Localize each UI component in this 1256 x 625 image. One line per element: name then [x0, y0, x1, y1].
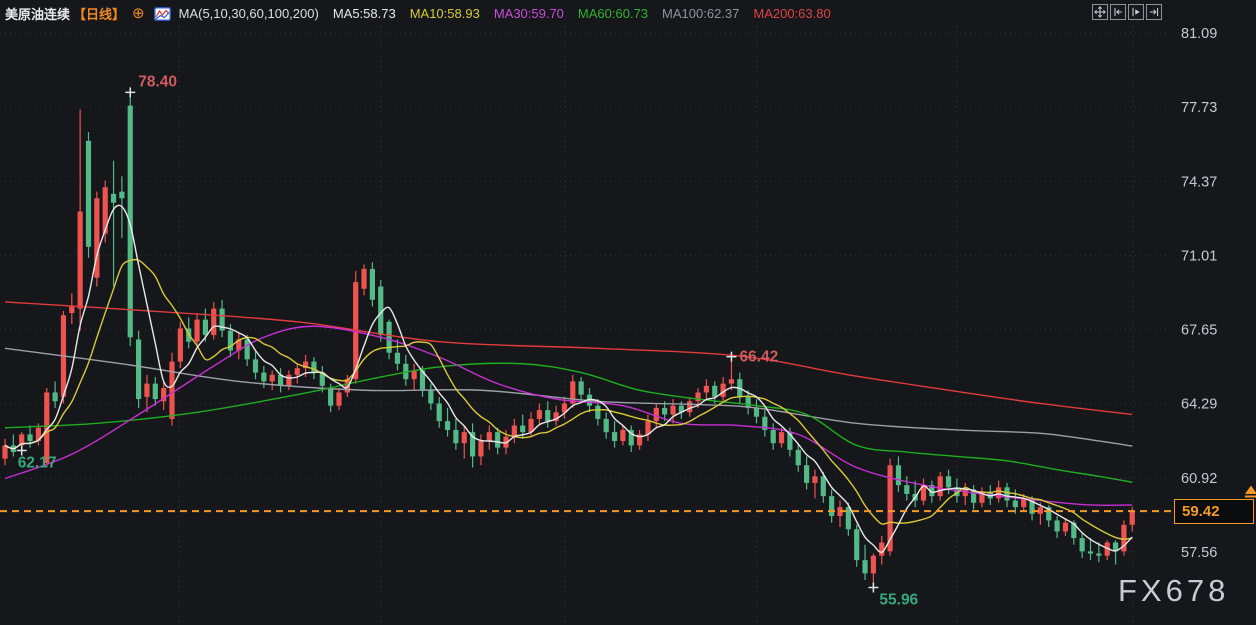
svg-text:66.42: 66.42	[739, 349, 778, 366]
auto-play-icon[interactable]	[1128, 4, 1144, 20]
ma30-value: MA30:59.70	[494, 6, 564, 21]
svg-text:67.65: 67.65	[1181, 323, 1217, 339]
circle-plus-icon[interactable]: ⊕	[132, 7, 145, 21]
svg-text:64.29: 64.29	[1181, 397, 1217, 413]
svg-text:60.92: 60.92	[1181, 471, 1217, 487]
goto-latest-icon[interactable]	[1146, 4, 1162, 20]
ma100-value: MA100:62.37	[662, 6, 739, 21]
ma60-value: MA60:60.73	[578, 6, 648, 21]
ma-indicator-label: MA(5,10,30,60,100,200)	[179, 6, 319, 21]
chart-header: 美原油连续 【日线】 ⊕ MA(5,10,30,60,100,200) MA5:…	[5, 4, 831, 23]
svg-text:55.96: 55.96	[879, 592, 918, 609]
symbol-name: 美原油连续	[5, 4, 70, 23]
svg-text:71.01: 71.01	[1181, 248, 1217, 264]
svg-text:78.40: 78.40	[138, 73, 177, 90]
svg-text:57.56: 57.56	[1181, 545, 1217, 561]
ma200-value: MA200:63.80	[753, 6, 830, 21]
compress-to-start-icon[interactable]	[1110, 4, 1126, 20]
indicator-chart-icon[interactable]	[154, 7, 171, 21]
last-price-tag: 59.42	[1174, 499, 1254, 524]
svg-text:81.09: 81.09	[1181, 26, 1217, 42]
price-alert-icon[interactable]	[1244, 485, 1256, 504]
svg-text:74.37: 74.37	[1181, 174, 1217, 190]
pan-move-icon[interactable]	[1092, 4, 1108, 20]
chart-toolbar	[1092, 4, 1162, 20]
period-label: 【日线】	[73, 4, 125, 23]
fx678-watermark: FX678	[1118, 573, 1229, 609]
trading-chart-window: 81.09 77.73 74.37 71.01 67.65 64.29 60.92 57.56…	[0, 0, 1256, 625]
svg-text:62.17: 62.17	[18, 454, 57, 471]
candlestick-chart-canvas[interactable]: 81.09 77.73 74.37 71.01 67.65 64.29 60.92 57.56…	[0, 0, 1256, 625]
ma5-value: MA5:58.73	[333, 6, 396, 21]
ma10-value: MA10:58.93	[410, 6, 480, 21]
svg-text:77.73: 77.73	[1181, 100, 1217, 116]
